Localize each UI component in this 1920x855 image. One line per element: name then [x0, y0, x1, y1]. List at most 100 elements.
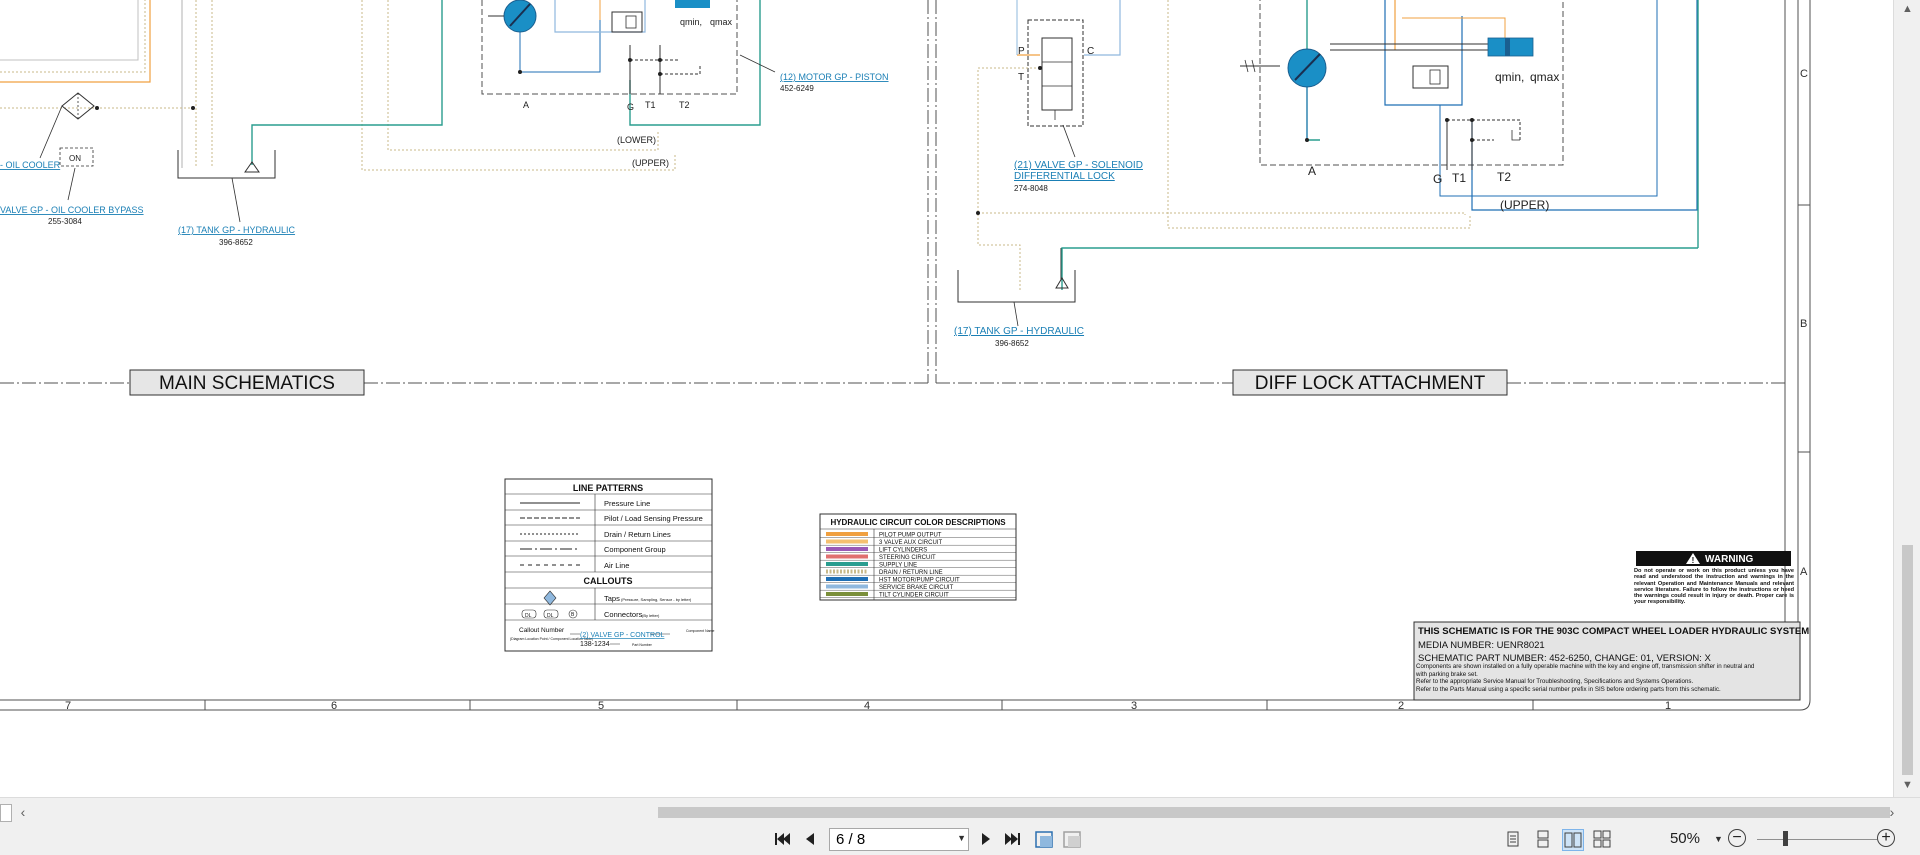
diff-tank-link: (17) TANK GP - HYDRAULIC: [954, 326, 1084, 337]
component-name-note: Component Name: [686, 629, 714, 633]
color-label: SERVICE BRAKE CIRCUIT: [879, 585, 954, 591]
color-label: TILT CYLINDER CIRCUIT: [879, 593, 949, 599]
pattern-pilot: Pilot / Load Sensing Pressure: [604, 514, 703, 523]
main-schematic-labels: A G T1 T2 qmin, qmax (LOWER) (UPPER) ON …: [0, 17, 889, 247]
title-line-5: Refer to the appropriate Service Manual …: [1416, 678, 1694, 686]
first-page-icon[interactable]: [772, 829, 792, 849]
single-page-view-icon[interactable]: [1503, 829, 1523, 849]
diff-valve-link-1: (21) VALVE GP - SOLENOID: [1014, 160, 1143, 171]
scrollbar-corner-box: [0, 804, 12, 822]
color-label: LIFT CYLINDERS: [879, 548, 927, 554]
port-t2-label: T2: [679, 100, 690, 110]
section-borders: [0, 0, 1786, 384]
svg-text:!: !: [1692, 556, 1695, 565]
continuous-view-icon[interactable]: [1533, 829, 1553, 849]
horizontal-scroll-thumb[interactable]: [658, 807, 1890, 818]
zoom-slider-track[interactable]: [1757, 839, 1877, 840]
two-page-continuous-view-icon[interactable]: [1592, 829, 1612, 849]
color-label: STEERING CIRCUIT: [879, 555, 936, 561]
diff-schematic-labels: P C T A G T1 T2 qmin, qmax (UPPER) (21) …: [954, 46, 1559, 348]
diff-qmax: qmax: [1530, 70, 1559, 84]
grid-row-a: A: [1800, 566, 1808, 578]
grid-col-7: 7: [65, 700, 71, 712]
color-label: DRAIN / RETURN LINE: [879, 570, 943, 576]
scroll-up-icon[interactable]: ▲: [1900, 2, 1915, 17]
warning-title: WARNING: [1705, 554, 1754, 565]
last-page-icon[interactable]: [1003, 829, 1023, 849]
color-descriptions-legend: HYDRAULIC CIRCUIT COLOR DESCRIPTIONS PIL…: [819, 513, 1017, 601]
port-g-label: G: [627, 102, 634, 112]
main-tank-part-number: 396-8652: [219, 238, 253, 247]
zoom-level[interactable]: 50%: [1640, 830, 1700, 848]
document-page: A G T1 T2 qmin, qmax (LOWER) (UPPER) ON …: [0, 0, 1893, 797]
lower-label: (LOWER): [617, 135, 656, 145]
scroll-left-icon[interactable]: ‹: [16, 805, 30, 819]
pattern-air: Air Line: [604, 561, 629, 570]
qmin-label: qmin,: [680, 17, 702, 27]
zoom-dropdown-icon[interactable]: ▼: [1714, 834, 1723, 844]
page-number-box[interactable]: ▼: [829, 828, 969, 851]
next-view-icon[interactable]: [1061, 829, 1083, 849]
grid-col-5: 5: [598, 700, 604, 712]
diff-port-t2: T2: [1497, 170, 1511, 184]
warning-text: Do not operate or work on this product u…: [1634, 568, 1794, 606]
two-page-view-icon[interactable]: [1562, 829, 1584, 851]
title-line-6: Refer to the Parts Manual using a specif…: [1416, 685, 1721, 693]
previous-view-icon[interactable]: [1033, 829, 1055, 849]
diff-port-t: T: [1018, 72, 1024, 83]
diff-tank-part: 396-8652: [995, 339, 1029, 348]
upper-label: (UPPER): [632, 158, 669, 168]
diff-port-c: C: [1087, 46, 1094, 57]
pattern-drain: Drain / Return Lines: [604, 530, 671, 539]
page-dropdown-icon[interactable]: ▼: [957, 833, 966, 843]
grid-row-c: C: [1800, 68, 1808, 80]
title-line-4: Components are shown installed on a full…: [1416, 663, 1755, 678]
zoom-in-icon[interactable]: +: [1877, 829, 1895, 847]
section-title-main: MAIN SCHEMATICS: [129, 369, 365, 396]
connectors-label: Connectors: [604, 610, 643, 619]
color-label: PILOT PUMP OUTPUT: [879, 533, 942, 539]
oil-cooler-link: - OIL COOLER: [0, 160, 61, 170]
grid-col-2: 2: [1398, 700, 1404, 712]
qmax-label: qmax: [710, 17, 733, 27]
bypass-valve-link: VALVE GP - OIL COOLER BYPASS: [0, 205, 144, 215]
zoom-slider-thumb[interactable]: [1783, 831, 1788, 846]
port-a-label: A: [523, 100, 529, 110]
line-patterns-title: LINE PATTERNS: [573, 483, 643, 493]
diff-port-g: G: [1433, 172, 1442, 186]
diff-upper: (UPPER): [1500, 198, 1549, 212]
title-block: THIS SCHEMATIC IS FOR THE 903C COMPACT W…: [1413, 621, 1809, 701]
diff-valve-part: 274-8048: [1014, 184, 1048, 193]
title-notes: Components are shown installed on a full…: [1416, 663, 1756, 693]
title-line-1: THIS SCHEMATIC IS FOR THE 903C COMPACT W…: [1418, 626, 1809, 637]
line-patterns-legend: LINE PATTERNS Pressure Line Pilot / Load…: [504, 478, 714, 652]
connectors-note: (By letter): [642, 613, 660, 618]
next-page-icon[interactable]: [976, 829, 996, 849]
bypass-part-number: 255-3084: [48, 217, 82, 226]
diff-port-t1: T1: [1452, 171, 1466, 185]
vertical-scrollbar[interactable]: ▲ ▼: [1893, 0, 1920, 797]
navigation-toolbar: ▼ 50% ▼ − +: [0, 823, 1920, 855]
vertical-scroll-thumb[interactable]: [1902, 545, 1913, 775]
conn-a: DL: [525, 613, 532, 619]
drawing-frame: [0, 0, 1811, 711]
motor-part-number: 452-6249: [780, 84, 814, 93]
color-label: HST MOTOR/PUMP CIRCUIT: [879, 578, 960, 584]
grid-col-6: 6: [331, 700, 337, 712]
diff-lock-title: DIFF LOCK ATTACHMENT: [1255, 373, 1486, 394]
grid-row-b: B: [1800, 318, 1807, 330]
warning-box: ! WARNING Do not operate or work on this…: [1634, 551, 1794, 606]
grid-col-1: 1: [1665, 700, 1671, 712]
diff-schematic-symbols: [976, 37, 1534, 215]
port-t1-label: T1: [645, 100, 656, 110]
conn-b: DL: [547, 613, 554, 619]
page-number-input[interactable]: [832, 830, 950, 848]
pdf-viewer: A G T1 T2 qmin, qmax (LOWER) (UPPER) ON …: [0, 0, 1920, 855]
scroll-down-icon[interactable]: ▼: [1900, 778, 1915, 793]
zoom-out-icon[interactable]: −: [1728, 829, 1746, 847]
diff-port-p: P: [1018, 46, 1025, 57]
callout-example: (2) VALVE GP - CONTROL: [580, 632, 665, 639]
previous-page-icon[interactable]: [800, 829, 820, 849]
grid-col-3: 3: [1131, 700, 1137, 712]
scroll-right-icon[interactable]: ›: [1885, 805, 1899, 819]
